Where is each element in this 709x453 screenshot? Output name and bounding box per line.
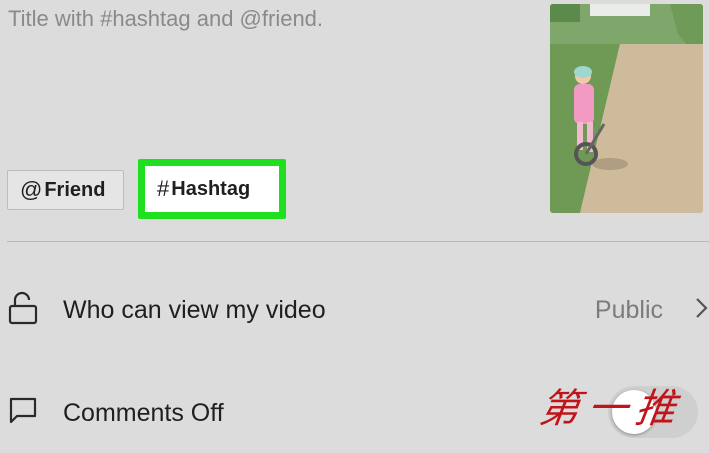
video-thumbnail[interactable] bbox=[550, 4, 703, 213]
comments-toggle[interactable] bbox=[608, 386, 698, 438]
privacy-setting-label: Who can view my video bbox=[63, 295, 326, 324]
unlock-icon bbox=[8, 291, 38, 330]
at-icon: @ bbox=[20, 177, 43, 202]
comments-setting-row: Comments Off bbox=[0, 385, 709, 441]
friend-tag-label: Friend bbox=[44, 178, 106, 201]
hashtag-tag-label: Hashtag bbox=[171, 177, 251, 200]
comments-setting-label: Comments Off bbox=[63, 398, 224, 427]
friend-tag-button[interactable]: @ Friend bbox=[7, 170, 124, 210]
hash-icon: # bbox=[157, 176, 170, 201]
privacy-setting-row[interactable]: Who can view my video Public bbox=[0, 282, 709, 338]
caption-input[interactable]: Title with #hashtag and @friend. bbox=[8, 6, 323, 32]
comment-icon bbox=[8, 396, 38, 431]
video-thumbnail-image bbox=[550, 4, 703, 213]
toggle-knob bbox=[612, 390, 656, 434]
hashtag-tag-inner: # Hashtag bbox=[145, 166, 279, 212]
chevron-right-icon bbox=[695, 296, 709, 325]
privacy-setting-value: Public bbox=[594, 295, 663, 324]
divider bbox=[7, 241, 709, 242]
hashtag-tag-button[interactable]: # Hashtag bbox=[138, 159, 286, 219]
